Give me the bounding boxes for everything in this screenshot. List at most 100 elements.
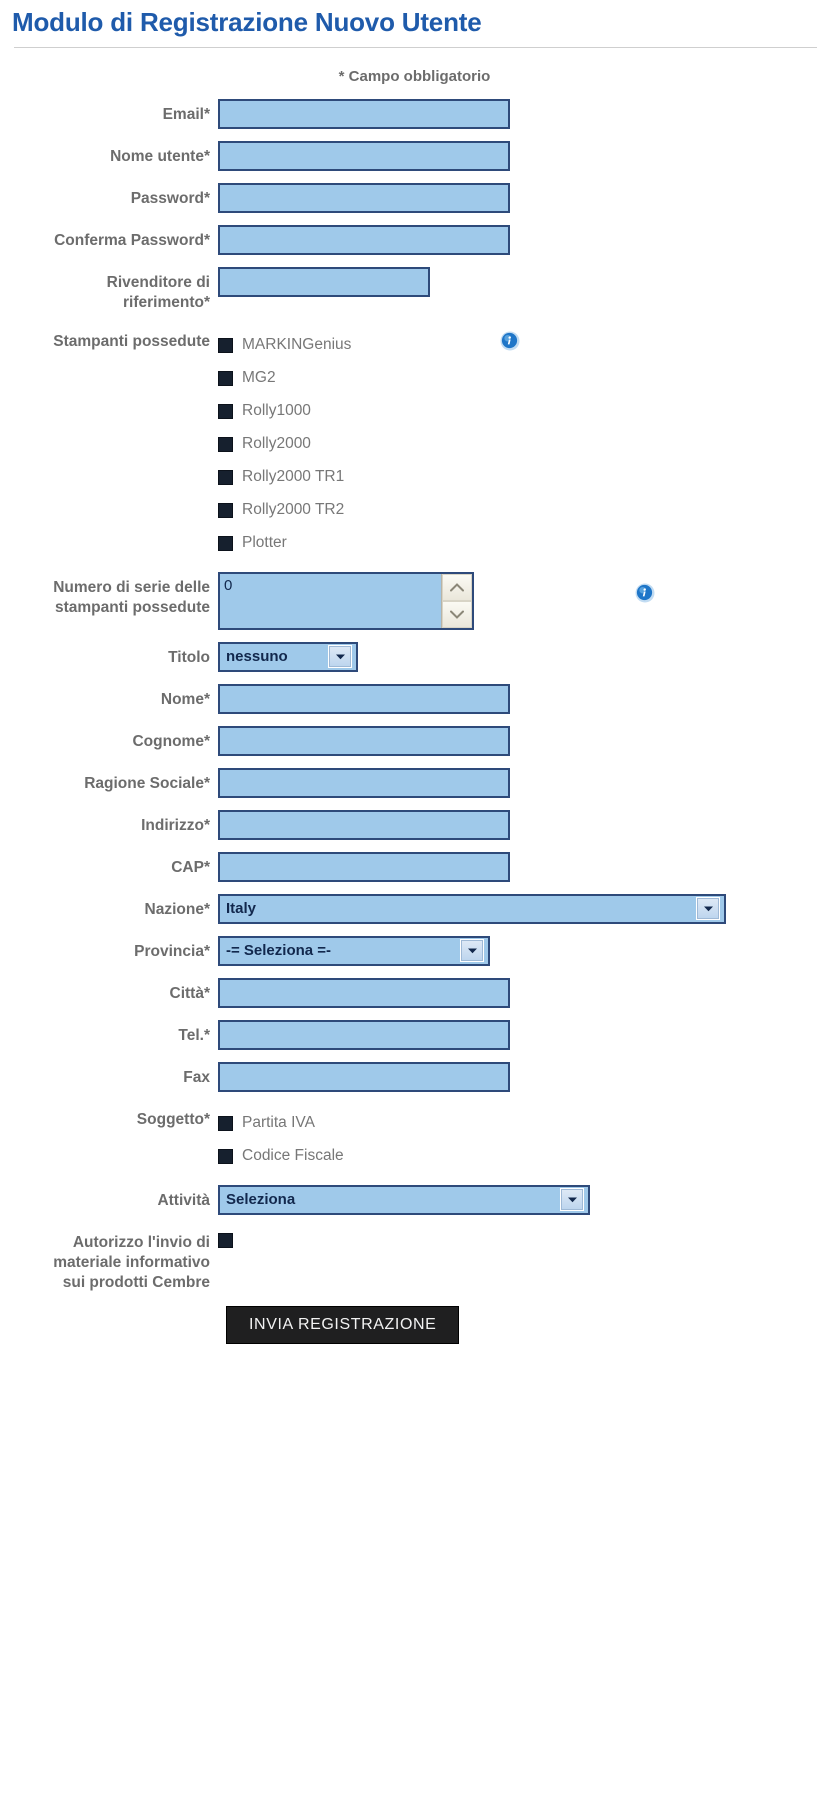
printer-checkbox-rolly2000-tr1[interactable] (218, 469, 233, 485)
printer-checkbox-item[interactable]: MARKINGenius (218, 329, 351, 362)
nazione-label-text: Nazione (144, 900, 204, 918)
tel-label-text: Tel. (178, 1026, 204, 1044)
printer-checkbox-rolly2000[interactable] (218, 436, 233, 452)
newsletter-consent-control (218, 1227, 823, 1248)
indirizzo-label: Indirizzo* (0, 810, 218, 836)
printer-checkbox-markingenius[interactable] (218, 337, 233, 353)
nome-control (218, 683, 823, 714)
form-row-reseller: Rivenditore di riferimento* (0, 266, 823, 314)
form-row-newsletter-consent: Autorizzo l'invio di materiale informati… (0, 1227, 823, 1294)
printer-label-rolly2000-tr1: Rolly2000 TR1 (242, 468, 345, 485)
nazione-control: Italy (218, 893, 823, 924)
info-icon[interactable] (634, 582, 656, 604)
titolo-label: Titolo (168, 648, 210, 666)
attivita-select[interactable]: Seleziona (218, 1184, 590, 1215)
username-input[interactable] (218, 140, 510, 171)
printer-checkbox-item[interactable]: Rolly2000 (218, 428, 351, 461)
form-row-cap: CAP* (0, 851, 823, 882)
printer-checkbox-rolly1000[interactable] (218, 403, 233, 419)
fax-label: Fax (0, 1062, 218, 1088)
soggetto-checkbox-partita-iva[interactable] (218, 1115, 233, 1131)
username-required-star: * (203, 147, 210, 165)
provincia-select[interactable]: -= Seleziona =- (218, 935, 490, 966)
reseller-label-line2: riferimento (122, 294, 204, 312)
tel-input[interactable] (218, 1019, 510, 1050)
printer-checkbox-mg2[interactable] (218, 370, 233, 386)
chevron-down-icon[interactable] (560, 1188, 584, 1211)
nazione-select[interactable]: Italy (218, 893, 726, 924)
cognome-input[interactable] (218, 725, 510, 756)
soggetto-option-item[interactable]: Partita IVA (218, 1107, 344, 1140)
reseller-control (218, 266, 823, 297)
titolo-selected-value: nessuno (226, 648, 288, 665)
nome-input[interactable] (218, 683, 510, 714)
confirm-password-input[interactable] (218, 224, 510, 255)
info-icon[interactable] (499, 330, 521, 352)
serial-numbers-textarea[interactable]: 0 (220, 573, 442, 628)
serial-numbers-scrollbar[interactable] (441, 573, 472, 628)
email-label: Email* (0, 99, 218, 125)
email-input[interactable] (218, 98, 510, 129)
printer-checkbox-rolly2000-tr2[interactable] (218, 502, 233, 518)
email-required-star: * (203, 105, 210, 123)
tel-control (218, 1019, 823, 1050)
chevron-down-icon[interactable] (328, 645, 352, 668)
form-row-ragione-sociale: Ragione Sociale* (0, 767, 823, 798)
provincia-label: Provincia* (0, 936, 218, 962)
chevron-down-icon[interactable] (696, 897, 720, 920)
titolo-select[interactable]: nessuno (218, 641, 358, 672)
attivita-control: Seleziona (218, 1184, 823, 1215)
indirizzo-input[interactable] (218, 809, 510, 840)
chevron-down-icon[interactable] (460, 939, 484, 962)
cognome-label: Cognome* (0, 726, 218, 752)
printer-checkbox-item[interactable]: Rolly2000 TR2 (218, 494, 351, 527)
provincia-label-text: Provincia (134, 942, 204, 960)
nome-required-star: * (203, 690, 210, 708)
printer-checkbox-item[interactable]: Rolly2000 TR1 (218, 461, 351, 494)
indirizzo-control (218, 809, 823, 840)
soggetto-label-codice-fiscale: Codice Fiscale (242, 1147, 344, 1164)
soggetto-control: Partita IVA Codice Fiscale (218, 1104, 823, 1173)
password-input[interactable] (218, 182, 510, 213)
newsletter-consent-label: Autorizzo l'invio di materiale informati… (0, 1227, 218, 1294)
form-row-attivita: Attività Seleziona (0, 1184, 823, 1215)
soggetto-required-star: * (203, 1110, 210, 1128)
printer-checkbox-plotter[interactable] (218, 535, 233, 551)
ragione-sociale-input[interactable] (218, 767, 510, 798)
email-label-text: Email (162, 105, 204, 123)
reseller-label: Rivenditore di riferimento* (0, 267, 218, 314)
scroll-up-icon[interactable] (442, 573, 472, 601)
printer-label-rolly2000: Rolly2000 (242, 435, 311, 452)
serial-numbers-textarea-wrapper: 0 (218, 571, 474, 630)
newsletter-label-line1: Autorizzo l'invio di (72, 1233, 210, 1251)
tel-label: Tel.* (0, 1020, 218, 1046)
printer-label-rolly2000-tr2: Rolly2000 TR2 (242, 501, 345, 518)
newsletter-consent-checkbox[interactable] (218, 1232, 233, 1248)
attivita-selected-value: Seleziona (226, 1191, 296, 1208)
cap-label: CAP* (0, 852, 218, 878)
reseller-input[interactable] (218, 266, 430, 297)
form-row-username: Nome utente* (0, 140, 823, 171)
cap-input[interactable] (218, 851, 510, 882)
submit-spacer (0, 1306, 226, 1344)
registration-form-page: Modulo di Registrazione Nuovo Utente * C… (0, 0, 823, 1808)
printer-checkbox-item[interactable]: Plotter (218, 527, 351, 560)
printers-owned-control: MARKINGenius MG2 Rolly1000 Rolly2000 Rol… (218, 326, 823, 560)
form-row-serial-numbers: Numero di serie delle stampanti possedut… (0, 571, 823, 630)
fax-input[interactable] (218, 1061, 510, 1092)
citta-input[interactable] (218, 977, 510, 1008)
cap-required-star: * (203, 858, 210, 876)
soggetto-option-item[interactable]: Codice Fiscale (218, 1140, 344, 1173)
username-label-text: Nome utente (110, 147, 204, 165)
reseller-label-line1: Rivenditore di (106, 273, 210, 291)
printer-checkbox-item[interactable]: Rolly1000 (218, 395, 351, 428)
ragione-sociale-label: Ragione Sociale* (0, 768, 218, 794)
form-row-soggetto: Soggetto* Partita IVA Codice Fiscale (0, 1104, 823, 1173)
printer-checkbox-item[interactable]: MG2 (218, 362, 351, 395)
form-row-fax: Fax (0, 1061, 823, 1092)
newsletter-label-line2: materiale informativo (53, 1253, 210, 1271)
soggetto-checkbox-codice-fiscale[interactable] (218, 1148, 233, 1164)
submit-registration-button[interactable]: INVIA REGISTRAZIONE (226, 1305, 460, 1344)
form-row-titolo: Titolo nessuno (0, 641, 823, 672)
scroll-down-icon[interactable] (442, 600, 472, 628)
